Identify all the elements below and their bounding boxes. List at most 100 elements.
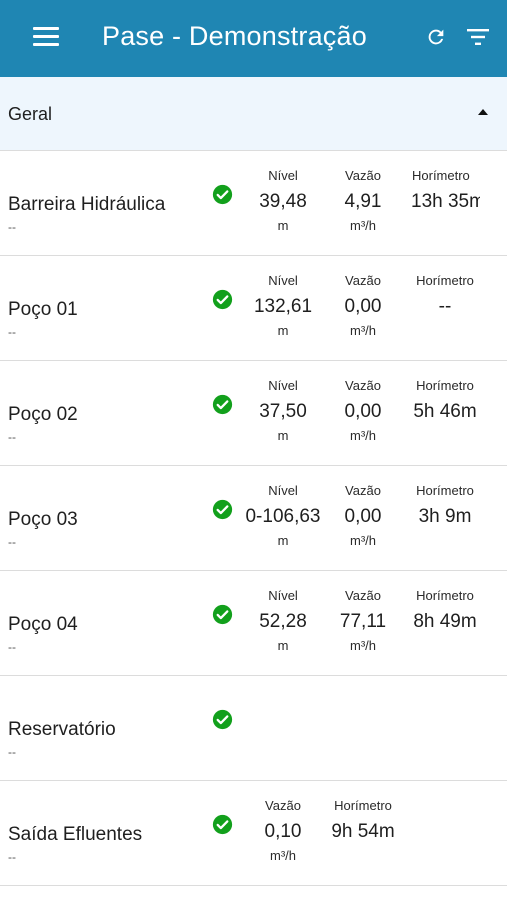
- metric-unit: m³/h: [350, 638, 376, 653]
- metric-label: Horímetro: [416, 588, 474, 603]
- station-name: Poço 01: [8, 299, 78, 320]
- metric-label: Horímetro: [334, 798, 392, 813]
- metric-label: Vazão: [345, 483, 381, 498]
- metric-label: Vazão: [345, 168, 381, 183]
- metric-unit: [323, 847, 403, 865]
- metric-nivel: Nível 52,28 m: [243, 587, 323, 655]
- metric-unit: m: [277, 428, 289, 443]
- status-ok-icon: [212, 184, 233, 205]
- metric-vazao: Vazão 77,11 m³/h: [323, 587, 403, 655]
- metric-value: 0-106,63: [245, 506, 321, 527]
- metric-unit: m: [277, 218, 289, 233]
- station-subtitle: --: [8, 220, 16, 234]
- station-row[interactable]: Saída Efluentes -- Vazão 0,10 m³/h Horímetro 9…: [0, 781, 507, 886]
- station-row[interactable]: Poço 02 -- Nível 37,50 m Vazão 0,00 m³/h Horímet…: [0, 361, 507, 466]
- station-row[interactable]: Reservatório --: [0, 676, 507, 781]
- metric-horimetro: Horímetro --: [404, 272, 486, 340]
- metric-value: 9h 54m: [331, 821, 395, 842]
- status-ok-icon: [212, 604, 233, 625]
- metric-unit: m³/h: [350, 533, 376, 548]
- metric-unit: [404, 532, 486, 550]
- metric-nivel: Nível 37,50 m: [243, 377, 323, 445]
- metric-value: 0,00: [344, 401, 382, 422]
- metric-value: 13h 35m: [411, 191, 480, 212]
- metric-unit: m: [277, 533, 289, 548]
- metric-label: Horímetro: [416, 378, 474, 393]
- station-subtitle: --: [8, 640, 16, 654]
- metric-value: 4,91: [344, 191, 382, 212]
- station-subtitle: --: [8, 745, 16, 759]
- metric-unit: m: [277, 323, 289, 338]
- station-name: Poço 03: [8, 509, 78, 530]
- metric-value: 3h 9m: [418, 506, 472, 527]
- status-ok-icon: [212, 394, 233, 415]
- metric-label: Horímetro: [416, 483, 474, 498]
- metric-vazao: Vazão 0,00 m³/h: [323, 272, 403, 340]
- collapse-caret-icon[interactable]: [478, 109, 488, 115]
- station-name: Barreira Hidráulica: [8, 194, 166, 215]
- metric-unit: m: [277, 638, 289, 653]
- station-row[interactable]: Poço 03 -- Nível 0-106,63 m Vazão 0,00 m³/h Horí…: [0, 466, 507, 571]
- metric-horimetro: Horímetro 9h 54m: [323, 797, 403, 865]
- station-list: Barreira Hidráulica -- Nível 39,48 m Vazão 4,9…: [0, 151, 507, 886]
- metric-horimetro: Horímetro 13h 35m: [404, 167, 480, 235]
- status-ok-icon: [212, 709, 233, 730]
- station-subtitle: --: [8, 430, 16, 444]
- station-name: Poço 04: [8, 614, 78, 635]
- metric-value: 52,28: [259, 611, 307, 632]
- metric-unit: m³/h: [350, 428, 376, 443]
- metric-nivel: Nível 132,61 m: [243, 272, 323, 340]
- metric-label: Nível: [268, 273, 298, 288]
- station-name: Reservatório: [8, 719, 116, 740]
- group-label: Geral: [8, 104, 53, 124]
- metric-value: 37,50: [259, 401, 307, 422]
- station-row[interactable]: Poço 01 -- Nível 132,61 m Vazão 0,00 m³/h Horíme…: [0, 256, 507, 361]
- page-title: Pase - Demonstração: [102, 21, 367, 51]
- metric-unit: m³/h: [350, 323, 376, 338]
- station-name: Saída Efluentes: [8, 824, 143, 845]
- metric-label: Vazão: [345, 273, 381, 288]
- group-header-geral[interactable]: Geral: [0, 77, 507, 151]
- metric-unit: m³/h: [270, 848, 296, 863]
- metric-unit: [404, 322, 486, 340]
- metric-unit: m³/h: [350, 218, 376, 233]
- menu-icon[interactable]: [33, 27, 59, 47]
- metric-nivel: Nível 39,48 m: [243, 167, 323, 235]
- metric-label: Vazão: [345, 588, 381, 603]
- metric-horimetro: Horímetro 5h 46m: [404, 377, 486, 445]
- metric-value: 77,11: [339, 611, 387, 632]
- metric-label: Nível: [268, 588, 298, 603]
- filter-icon[interactable]: [467, 28, 489, 46]
- app-bar: Pase - Demonstração: [0, 0, 507, 77]
- station-row[interactable]: Barreira Hidráulica -- Nível 39,48 m Vazão 4,9…: [0, 151, 507, 256]
- metric-value: --: [438, 296, 452, 317]
- metric-value: 39,48: [259, 191, 307, 212]
- metric-unit: [404, 427, 486, 445]
- metric-unit: [404, 217, 480, 235]
- station-subtitle: --: [8, 850, 16, 864]
- metric-value: 0,10: [264, 821, 302, 842]
- status-ok-icon: [212, 289, 233, 310]
- metric-value: 0,00: [344, 296, 382, 317]
- status-ok-icon: [212, 499, 233, 520]
- metric-vazao: Vazão 0,00 m³/h: [323, 482, 403, 550]
- station-name: Poço 02: [8, 404, 78, 425]
- station-row[interactable]: Poço 04 -- Nível 52,28 m Vazão 77,11 m³/h Horíme…: [0, 571, 507, 676]
- station-subtitle: --: [8, 325, 16, 339]
- metric-value: 8h 49m: [413, 611, 477, 632]
- metric-label: Nível: [268, 483, 298, 498]
- status-ok-icon: [212, 814, 233, 835]
- metric-label: Nível: [268, 378, 298, 393]
- metric-label: Horímetro: [416, 273, 474, 288]
- metric-vazao: Vazão 4,91 m³/h: [323, 167, 403, 235]
- metric-nivel: Nível 0-106,63 m: [243, 482, 323, 550]
- metric-label: Vazão: [345, 378, 381, 393]
- metric-value: 0,00: [344, 506, 382, 527]
- metric-vazao: Vazão 0,10 m³/h: [243, 797, 323, 865]
- metric-horimetro: Horímetro 8h 49m: [404, 587, 486, 655]
- metric-label: Nível: [268, 168, 298, 183]
- metric-unit: [404, 637, 486, 655]
- metric-value: 5h 46m: [413, 401, 477, 422]
- station-subtitle: --: [8, 535, 16, 549]
- refresh-icon[interactable]: [425, 26, 447, 48]
